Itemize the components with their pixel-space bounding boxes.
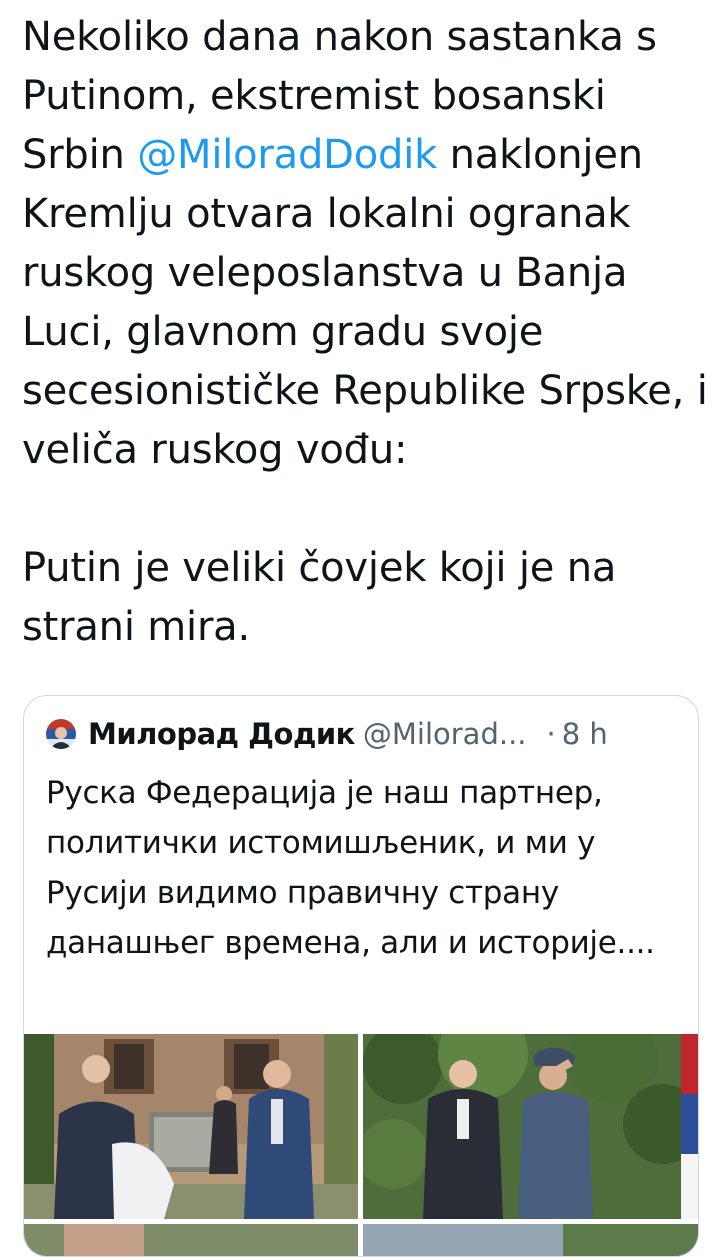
tweet-text: Nekoliko dana nakon sastanka s Putinom, … [22,8,712,657]
tweet-paragraph-quote: Putin je veliki čovjek koji je na strani… [22,545,617,650]
quoted-tweet-header: Милорад Додик @Milorad... · 8 h [46,714,680,754]
quoted-author-handle[interactable]: @Milorad... [363,717,527,751]
separator-dot: · [546,717,556,751]
media-photo-4[interactable] [363,1224,698,1256]
tweet-text-after-mention: naklonjen Kremlju otvara lokalni ogranak… [22,132,708,473]
quoted-tweet-text: Руска Федерација је наш партнер, политич… [46,775,655,961]
mention-link[interactable]: @MiloradDodik [137,132,437,178]
tweet-paragraph-main: Nekoliko dana nakon sastanka s Putinom, … [22,8,712,480]
avatar[interactable] [46,719,76,749]
media-grid [24,1034,698,1256]
quoted-timestamp[interactable]: 8 h [562,717,608,751]
quoted-tweet-card[interactable]: Милорад Додик @Milorad... · 8 h Руска Фе… [23,695,699,1257]
media-photo-2[interactable] [363,1034,698,1219]
media-photo-1[interactable] [24,1034,358,1219]
media-photo-3[interactable] [24,1224,358,1256]
quoted-author-name[interactable]: Милорад Додик [88,717,355,751]
